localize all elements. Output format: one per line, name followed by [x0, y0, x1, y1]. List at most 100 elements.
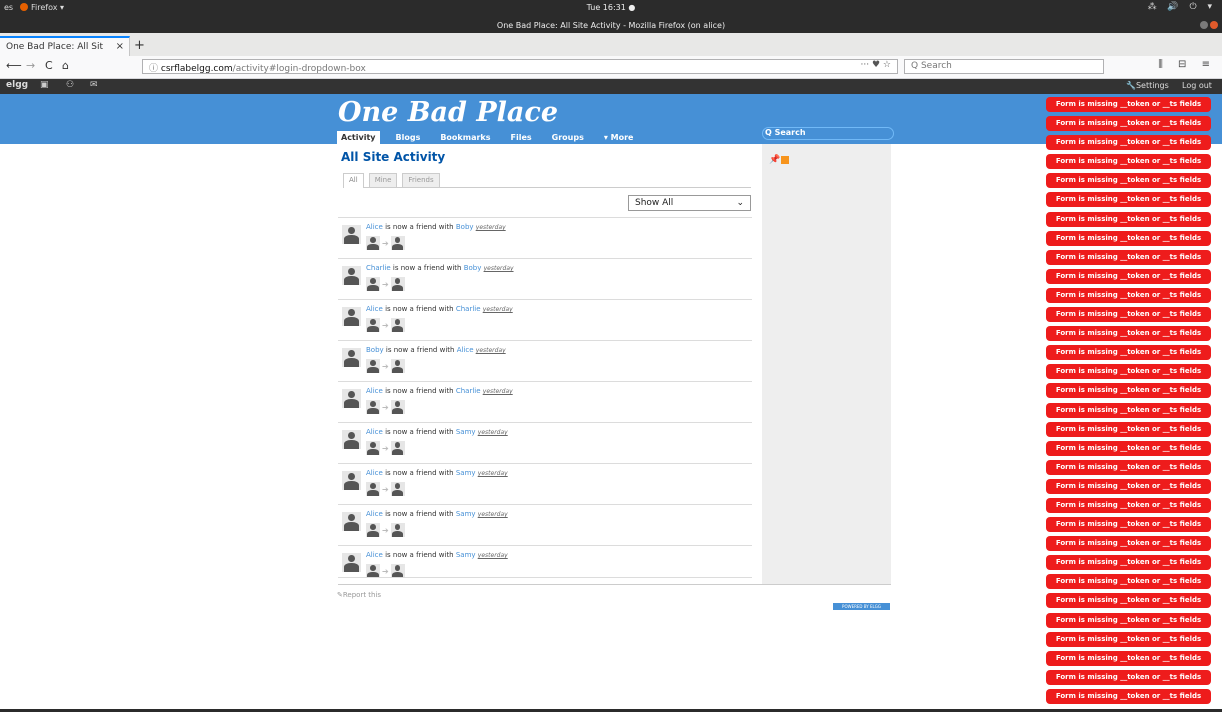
- error-toast[interactable]: Form is missing __token or __ts fields: [1046, 268, 1211, 284]
- error-toast[interactable]: Form is missing __token or __ts fields: [1046, 517, 1211, 533]
- error-toast[interactable]: Form is missing __token or __ts fields: [1046, 364, 1211, 380]
- error-toast[interactable]: Form is missing __token or __ts fields: [1046, 383, 1211, 399]
- clock[interactable]: Tue 16:31 ●: [0, 3, 1222, 12]
- report-link[interactable]: ✎Report this: [337, 591, 381, 599]
- subject-link[interactable]: Charlie: [366, 264, 391, 272]
- avatar[interactable]: [342, 430, 361, 449]
- subject-thumb-icon[interactable]: [366, 318, 380, 332]
- error-toast[interactable]: Form is missing __token or __ts fields: [1046, 478, 1211, 494]
- error-toast[interactable]: Form is missing __token or __ts fields: [1046, 345, 1211, 361]
- avatar[interactable]: [342, 225, 361, 244]
- subject-thumb-icon[interactable]: [366, 236, 380, 250]
- home-button[interactable]: ⌂: [62, 59, 69, 72]
- object-thumb-icon[interactable]: [390, 441, 405, 455]
- url-bar[interactable]: ⓘ csrflabelgg.com/activity#login-dropdow…: [142, 59, 898, 74]
- object-link[interactable]: Samy: [456, 551, 476, 559]
- subject-thumb-icon[interactable]: [366, 564, 380, 578]
- tab-all[interactable]: All: [343, 173, 364, 188]
- error-toast[interactable]: Form is missing __token or __ts fields: [1046, 459, 1211, 475]
- object-thumb-icon[interactable]: [390, 482, 405, 496]
- logout-link[interactable]: Log out: [1182, 81, 1212, 90]
- menu-more[interactable]: ▾ More: [600, 131, 638, 144]
- subject-thumb-icon[interactable]: [366, 277, 380, 291]
- object-link[interactable]: Samy: [456, 428, 476, 436]
- subject-thumb-icon[interactable]: [366, 482, 380, 496]
- close-tab-icon[interactable]: ×: [116, 41, 124, 52]
- subject-thumb-icon[interactable]: [366, 400, 380, 414]
- minimize-icon[interactable]: [1200, 21, 1208, 29]
- error-toast[interactable]: Form is missing __token or __ts fields: [1046, 230, 1211, 246]
- error-toast[interactable]: Form is missing __token or __ts fields: [1046, 135, 1211, 151]
- error-toast[interactable]: Form is missing __token or __ts fields: [1046, 307, 1211, 323]
- reload-button[interactable]: C: [45, 59, 53, 72]
- object-link[interactable]: Alice: [457, 346, 474, 354]
- menu-groups[interactable]: Groups: [548, 131, 588, 144]
- error-toast[interactable]: Form is missing __token or __ts fields: [1046, 593, 1211, 609]
- settings-link[interactable]: 🔧Settings: [1126, 81, 1169, 90]
- error-toast[interactable]: Form is missing __token or __ts fields: [1046, 555, 1211, 571]
- rss-icon[interactable]: [781, 156, 789, 164]
- object-link[interactable]: Boby: [464, 264, 482, 272]
- menu-blogs[interactable]: Blogs: [392, 131, 425, 144]
- error-toast[interactable]: Form is missing __token or __ts fields: [1046, 574, 1211, 590]
- subject-link[interactable]: Alice: [366, 223, 383, 231]
- avatar[interactable]: [342, 553, 361, 572]
- elgg-logo[interactable]: elgg: [6, 80, 28, 90]
- subject-link[interactable]: Alice: [366, 305, 383, 313]
- error-toast[interactable]: Form is missing __token or __ts fields: [1046, 326, 1211, 342]
- error-toast[interactable]: Form is missing __token or __ts fields: [1046, 173, 1211, 189]
- menu-files[interactable]: Files: [507, 131, 536, 144]
- activity-filter-select[interactable]: Show All ⌄: [628, 195, 751, 211]
- system-tray[interactable]: ⁂ 🔊 ⏻ ▾: [1148, 2, 1216, 12]
- avatar[interactable]: [342, 348, 361, 367]
- avatar[interactable]: [342, 307, 361, 326]
- object-link[interactable]: Boby: [456, 223, 474, 231]
- error-toast[interactable]: Form is missing __token or __ts fields: [1046, 440, 1211, 456]
- error-toast[interactable]: Form is missing __token or __ts fields: [1046, 631, 1211, 647]
- avatar[interactable]: [342, 471, 361, 490]
- error-toast[interactable]: Form is missing __token or __ts fields: [1046, 154, 1211, 170]
- subject-link[interactable]: Alice: [366, 469, 383, 477]
- subject-link[interactable]: Alice: [366, 510, 383, 518]
- info-icon[interactable]: ⓘ: [149, 64, 161, 74]
- toolbar-right-icons[interactable]: ⫼ ⊟ ≡: [1158, 59, 1216, 70]
- messages-icon[interactable]: ✉: [90, 80, 98, 90]
- close-window-icon[interactable]: [1210, 21, 1218, 29]
- error-toast[interactable]: Form is missing __token or __ts fields: [1046, 497, 1211, 513]
- error-toast[interactable]: Form is missing __token or __ts fields: [1046, 211, 1211, 227]
- powered-by-elgg-badge[interactable]: POWERED BY ELGG: [833, 603, 890, 610]
- object-thumb-icon[interactable]: [390, 236, 405, 250]
- menu-bookmarks[interactable]: Bookmarks: [436, 131, 494, 144]
- error-toast[interactable]: Form is missing __token or __ts fields: [1046, 669, 1211, 685]
- object-link[interactable]: Charlie: [456, 387, 481, 395]
- tab-friends[interactable]: Friends: [402, 173, 440, 187]
- new-tab-button[interactable]: +: [134, 38, 145, 53]
- profile-icon[interactable]: ▣: [40, 80, 49, 90]
- subject-thumb-icon[interactable]: [366, 359, 380, 373]
- error-toast[interactable]: Form is missing __token or __ts fields: [1046, 402, 1211, 418]
- subject-link[interactable]: Alice: [366, 551, 383, 559]
- forward-button[interactable]: →: [26, 59, 35, 72]
- object-link[interactable]: Samy: [456, 510, 476, 518]
- error-toast[interactable]: Form is missing __token or __ts fields: [1046, 536, 1211, 552]
- error-toast[interactable]: Form is missing __token or __ts fields: [1046, 612, 1211, 628]
- friends-icon[interactable]: ⚇: [66, 80, 74, 90]
- error-toast[interactable]: Form is missing __token or __ts fields: [1046, 116, 1211, 132]
- back-button[interactable]: ⟵: [6, 59, 22, 72]
- error-toast[interactable]: Form is missing __token or __ts fields: [1046, 688, 1211, 704]
- error-toast[interactable]: Form is missing __token or __ts fields: [1046, 97, 1211, 112]
- object-thumb-icon[interactable]: [390, 318, 405, 332]
- object-link[interactable]: Charlie: [456, 305, 481, 313]
- subject-thumb-icon[interactable]: [366, 441, 380, 455]
- error-toast[interactable]: Form is missing __token or __ts fields: [1046, 421, 1211, 437]
- object-thumb-icon[interactable]: [390, 277, 405, 291]
- object-thumb-icon[interactable]: [390, 564, 405, 578]
- object-thumb-icon[interactable]: [390, 523, 405, 537]
- menu-activity[interactable]: Activity: [337, 131, 380, 144]
- avatar[interactable]: [342, 266, 361, 285]
- site-name[interactable]: One Bad Place: [338, 97, 558, 128]
- subject-thumb-icon[interactable]: [366, 523, 380, 537]
- site-search-input[interactable]: Q Search: [762, 127, 894, 140]
- avatar[interactable]: [342, 512, 361, 531]
- error-toast[interactable]: Form is missing __token or __ts fields: [1046, 249, 1211, 265]
